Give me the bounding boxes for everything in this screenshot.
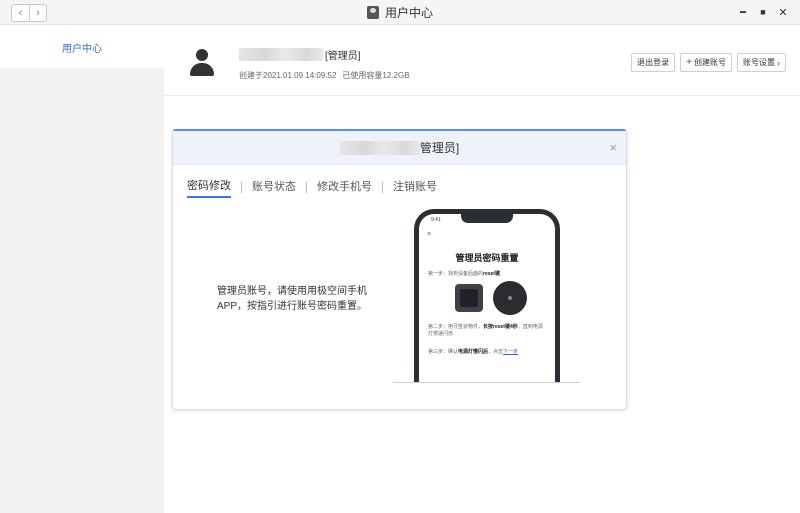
phone-screen: 9:41 × 管理员密码重置 第一步：找到设备后面的reset键 第二步：用牙签… (419, 214, 555, 383)
create-account-button[interactable]: + 创建账号 (680, 53, 732, 72)
window-title-text: 用户中心 (384, 6, 433, 20)
logout-button-label: 退出登录 (637, 58, 670, 67)
window-title: 用户中心 (0, 0, 800, 25)
dialog-username-redacted (339, 140, 420, 155)
chevron-left-icon: ‹ (18, 7, 23, 19)
account-settings-button[interactable]: 账号设置 › (737, 53, 786, 72)
chevron-right-icon: › (36, 7, 40, 19)
username-row: [管理员] (239, 47, 361, 62)
phone-step-2: 第二步：用牙签状物件，长按reset键4秒，直到电源灯慢速闪烁 (428, 324, 543, 337)
illustration-baseline (393, 382, 580, 383)
close-icon: ✕ (778, 6, 788, 19)
phone-close-icon: × (427, 231, 432, 238)
phone-step-3: 第三步：确认电源灯慢闪后，点击下一步 (428, 349, 519, 355)
tab-change-phone[interactable]: 修改手机号 (317, 178, 372, 197)
sidebar: 用户中心 (0, 26, 164, 513)
title-bar: ‹ › 用户中心 ▬ ■ ✕ (0, 0, 800, 25)
plus-icon: + (686, 57, 692, 68)
account-settings-button-label: 账号设置 (743, 58, 775, 67)
phone-step-1: 第一步：找到设备后面的reset键 (428, 271, 500, 277)
user-role: [管理员] (325, 51, 361, 62)
phone-illustration: 9:41 × 管理员密码重置 第一步：找到设备后面的reset键 第二步：用牙签… (393, 201, 580, 383)
close-window-button[interactable]: ✕ (774, 4, 792, 20)
phone-frame: 9:41 × 管理员密码重置 第一步：找到设备后面的reset键 第二步：用牙签… (414, 209, 560, 383)
phone-notch (461, 214, 513, 223)
user-silhouette-icon (189, 49, 215, 77)
tab-password-change[interactable]: 密码修改 (187, 177, 231, 198)
dialog-title: 管理员] (339, 139, 460, 156)
tab-cancel-account[interactable]: 注销账号 (393, 178, 437, 197)
dialog-tabs: 密码修改 账号状态 修改手机号 注销账号 (187, 177, 437, 198)
user-header: [管理员] 创建于2021.01.09 14:09:52 已使用容量12.2GB… (164, 26, 800, 96)
tab-account-status[interactable]: 账号状态 (252, 178, 296, 197)
create-account-button-label: 创建账号 (694, 58, 726, 67)
maximize-button[interactable]: ■ (754, 4, 772, 20)
phone-time: 9:41 (431, 217, 441, 223)
created-time: 创建于2021.01.09 14:09:52 (239, 71, 337, 80)
header-actions: 退出登录 + 创建账号 账号设置 › (631, 53, 786, 72)
account-dialog: 管理员] × 密码修改 账号状态 修改手机号 注销账号 管理员账号，请使用用极空… (172, 129, 627, 410)
storage-used: 已使用容量12.2GB (342, 71, 410, 80)
window-controls: ▬ ■ ✕ (734, 4, 792, 20)
logout-button[interactable]: 退出登录 (631, 53, 676, 72)
tab-divider (306, 182, 307, 193)
dialog-title-role: 管理员] (419, 141, 460, 155)
nav-button-group: ‹ › (11, 4, 47, 22)
back-button[interactable]: ‹ (12, 5, 29, 21)
nas-device-image (455, 284, 483, 312)
username-redacted (239, 48, 323, 61)
sidebar-item-label: 用户中心 (62, 43, 102, 55)
forward-button[interactable]: › (29, 5, 46, 21)
dialog-close-icon[interactable]: × (609, 140, 617, 155)
phone-title: 管理员密码重置 (455, 253, 519, 263)
sidebar-item-user-center[interactable]: 用户中心 (0, 26, 164, 68)
reset-button-zoom-image (493, 281, 527, 315)
minimize-icon: ▬ (740, 9, 746, 15)
tab-divider (382, 182, 383, 193)
tab-divider (241, 182, 242, 193)
minimize-button[interactable]: ▬ (734, 4, 752, 20)
maximize-icon: ■ (760, 7, 766, 17)
dialog-header: 管理员] × (173, 131, 626, 165)
password-reset-description: 管理员账号，请使用用极空间手机APP，按指引进行账号密码重置。 (217, 286, 368, 312)
chevron-right-icon: › (777, 57, 780, 68)
user-info: 创建于2021.01.09 14:09:52 已使用容量12.2GB (239, 70, 410, 81)
user-avatar-icon (366, 6, 379, 19)
